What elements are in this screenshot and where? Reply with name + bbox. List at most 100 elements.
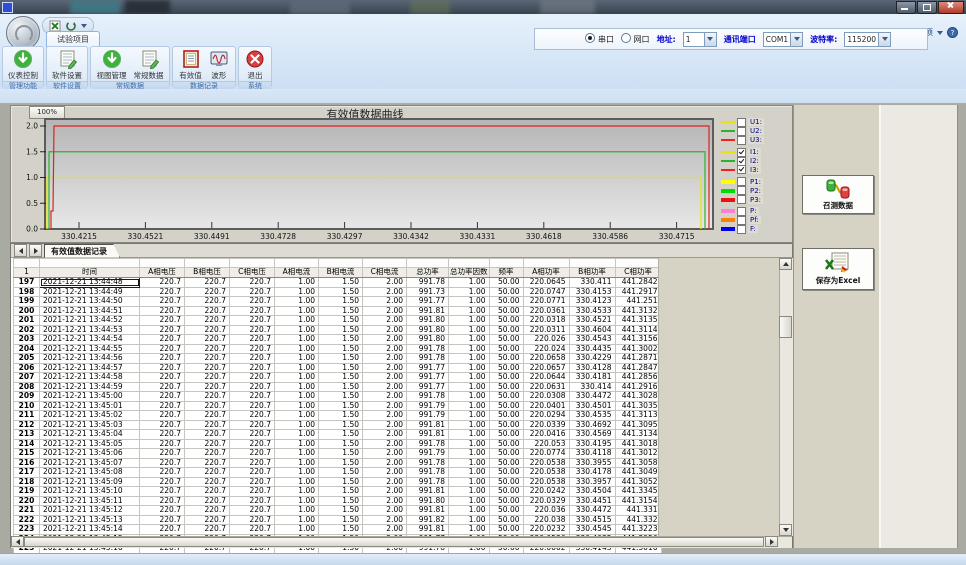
cell[interactable]: 2.00 — [363, 392, 407, 402]
cell[interactable]: 220.7 — [140, 335, 185, 345]
cell[interactable]: 2021-12-21 13:45:04 — [40, 430, 140, 440]
cell[interactable]: 1.50 — [319, 430, 363, 440]
cell[interactable]: 220.7 — [140, 354, 185, 364]
cell[interactable]: 218 — [14, 477, 40, 487]
cell[interactable]: 220.7 — [230, 439, 275, 449]
ribbon-button-waveform[interactable]: 波形 — [206, 48, 232, 81]
cell[interactable]: 1.50 — [319, 373, 363, 383]
cell[interactable]: 50.00 — [489, 468, 523, 478]
cell[interactable]: 213 — [14, 430, 40, 440]
cell[interactable]: 991.78 — [407, 458, 449, 468]
cell[interactable]: 220.7 — [185, 335, 230, 345]
cell[interactable]: 1.00 — [449, 354, 490, 364]
cell[interactable]: 2021-12-21 13:44:55 — [40, 344, 140, 354]
cell[interactable]: 441.3012 — [615, 449, 661, 459]
cell[interactable]: 220.0242 — [523, 487, 569, 497]
cell[interactable]: 991.80 — [407, 496, 449, 506]
cell[interactable]: 220.7 — [140, 458, 185, 468]
cell[interactable]: 2021-12-21 13:45:00 — [40, 392, 140, 402]
cell[interactable]: 441.3223 — [615, 525, 661, 535]
cell[interactable]: 2021-12-21 13:44:52 — [40, 316, 140, 326]
cell[interactable]: 441.3028 — [615, 392, 661, 402]
cell[interactable]: 441.332 — [615, 515, 661, 525]
cell[interactable]: 1.00 — [275, 335, 319, 345]
cell[interactable]: 2.00 — [363, 335, 407, 345]
cell[interactable]: 1.00 — [275, 306, 319, 316]
baud-rate-select[interactable]: 115200 — [844, 32, 891, 47]
cell[interactable]: 220.7 — [185, 430, 230, 440]
cell[interactable]: 50.00 — [489, 525, 523, 535]
cell[interactable]: 214 — [14, 439, 40, 449]
cell[interactable]: 1.00 — [275, 477, 319, 487]
cell[interactable]: 1.50 — [319, 306, 363, 316]
cell[interactable]: 441.3156 — [615, 335, 661, 345]
cell[interactable]: 2021-12-21 13:45:08 — [40, 468, 140, 478]
cell[interactable]: 330.4128 — [569, 363, 615, 373]
cell[interactable]: 1.00 — [275, 297, 319, 307]
cell[interactable]: 991.77 — [407, 373, 449, 383]
cell[interactable]: 220.024 — [523, 344, 569, 354]
cell[interactable]: 2.00 — [363, 487, 407, 497]
ribbon-button-instrument-control[interactable]: 仪表控制 — [5, 48, 41, 81]
cell[interactable]: 1.50 — [319, 344, 363, 354]
cell[interactable]: 1.00 — [449, 458, 490, 468]
cell[interactable]: 50.00 — [489, 515, 523, 525]
cell[interactable]: 2021-12-21 13:45:06 — [40, 449, 140, 459]
cell[interactable]: 2021-12-21 13:45:11 — [40, 496, 140, 506]
cell[interactable]: 202 — [14, 325, 40, 335]
legend-checkbox-P1[interactable] — [737, 177, 746, 186]
minimize-button[interactable] — [896, 1, 916, 14]
cell[interactable]: 50.00 — [489, 325, 523, 335]
cell[interactable]: 220.7 — [140, 506, 185, 516]
cell[interactable]: 50.00 — [489, 297, 523, 307]
cell[interactable]: 441.3345 — [615, 487, 661, 497]
cell[interactable]: 2021-12-21 13:45:09 — [40, 477, 140, 487]
cell[interactable]: 1.00 — [275, 392, 319, 402]
cell[interactable]: 1.00 — [449, 487, 490, 497]
cell[interactable]: 1.50 — [319, 401, 363, 411]
cell[interactable]: 330.4435 — [569, 344, 615, 354]
cell[interactable]: 991.78 — [407, 344, 449, 354]
cell[interactable]: 220.7 — [185, 420, 230, 430]
legend-checkbox-U1[interactable] — [737, 118, 746, 127]
cell[interactable]: 220.7 — [230, 496, 275, 506]
cell[interactable]: 222 — [14, 515, 40, 525]
cell[interactable]: 330.4604 — [569, 325, 615, 335]
cell[interactable]: 50.00 — [489, 354, 523, 364]
cell[interactable]: 220.7 — [140, 439, 185, 449]
cell[interactable]: 220.7 — [185, 354, 230, 364]
refresh-icon[interactable] — [65, 20, 77, 32]
cell[interactable]: 220.7 — [140, 363, 185, 373]
cell[interactable]: 220.7 — [185, 325, 230, 335]
cell[interactable]: 1.50 — [319, 449, 363, 459]
cell[interactable]: 220.7 — [185, 439, 230, 449]
cell[interactable]: 220.0339 — [523, 420, 569, 430]
column-header[interactable]: B相功率 — [569, 268, 615, 278]
cell[interactable]: 1.50 — [319, 297, 363, 307]
cell[interactable]: 991.77 — [407, 297, 449, 307]
cell[interactable]: 1.00 — [275, 449, 319, 459]
cell[interactable]: 220 — [14, 496, 40, 506]
cell[interactable]: 221 — [14, 506, 40, 516]
cell[interactable]: 220.7 — [140, 449, 185, 459]
scroll-up-icon[interactable] — [779, 258, 792, 270]
cell[interactable]: 991.81 — [407, 525, 449, 535]
cell[interactable]: 220.7 — [140, 382, 185, 392]
scroll-left-icon[interactable] — [11, 536, 24, 547]
cell[interactable]: 50.00 — [489, 363, 523, 373]
cell[interactable]: 2021-12-21 13:45:02 — [40, 411, 140, 421]
cell[interactable]: 2.00 — [363, 458, 407, 468]
cell[interactable]: 1.00 — [275, 487, 319, 497]
cell[interactable]: 220.7 — [185, 468, 230, 478]
cell[interactable]: 50.00 — [489, 392, 523, 402]
cell[interactable]: 2.00 — [363, 411, 407, 421]
cell[interactable]: 220.7 — [140, 487, 185, 497]
cell[interactable]: 991.79 — [407, 411, 449, 421]
cell[interactable]: 223 — [14, 525, 40, 535]
cell[interactable]: 1.00 — [275, 525, 319, 535]
cell[interactable]: 1.50 — [319, 496, 363, 506]
cell[interactable]: 1.00 — [275, 430, 319, 440]
cell[interactable]: 441.2847 — [615, 363, 661, 373]
save-excel-button[interactable]: 保存为Excel — [802, 248, 874, 290]
cell[interactable]: 1.50 — [319, 458, 363, 468]
